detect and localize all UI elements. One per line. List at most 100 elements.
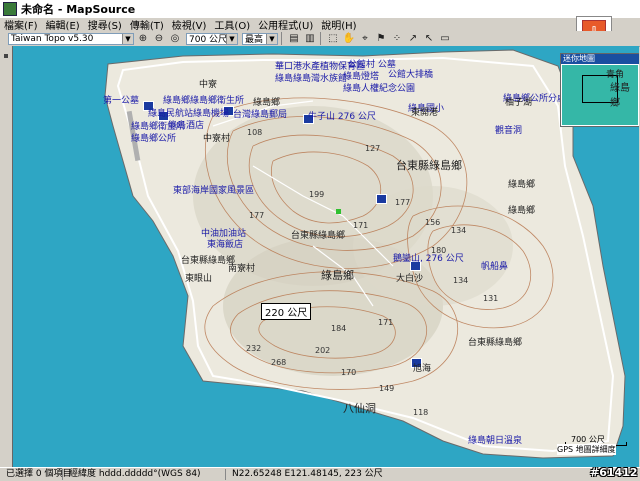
map-product-select[interactable]: Taiwan Topo v5.30 ▼ [8, 32, 134, 45]
map-label[interactable]: 公館村 公墓 [348, 60, 396, 70]
zoom-level-select[interactable]: 700 公尺 ▼ [186, 32, 238, 45]
contour-label: 108 [247, 128, 263, 137]
zoom-in-icon[interactable]: ⊕ [136, 32, 150, 45]
map-label[interactable]: 綠島人權紀念公園 [343, 84, 415, 94]
contour-label: 131 [483, 294, 499, 303]
selection-tool-icon[interactable]: ⬚ [326, 32, 340, 45]
send-to-device-icon[interactable]: ▥ [303, 32, 317, 45]
map-label[interactable]: 綠島鄉綠島鄉衛生所 [163, 96, 244, 106]
overview-map[interactable]: 迷你地圖 青角 綠島鄉 [560, 53, 639, 127]
contour-label: 202 [315, 346, 331, 355]
window-title: 未命名 - MapSource [21, 3, 136, 16]
pointer-tool-icon[interactable]: ↖ [422, 32, 436, 45]
map-label[interactable]: 綠島鄉 [321, 270, 354, 281]
menu-help[interactable]: 說明(H) [317, 17, 360, 32]
map-label[interactable]: 東眼山 [185, 274, 212, 284]
receive-from-device-icon[interactable]: ▤ [287, 32, 301, 45]
contour-label: 171 [378, 318, 394, 327]
chevron-down-icon: ▼ [266, 33, 277, 44]
track-tool-icon[interactable]: ↗ [406, 32, 420, 45]
map-label[interactable]: 牛子山 276 公尺 [308, 112, 376, 122]
contour-label: 156 [425, 218, 441, 227]
map-label[interactable]: 八仙洞 [343, 403, 376, 414]
map-label[interactable]: 台東縣綠島鄉 [181, 256, 235, 266]
contour-label: 118 [413, 408, 429, 417]
map-product-value: Taiwan Topo v5.30 [11, 33, 94, 44]
menu-find[interactable]: 搜尋(S) [84, 17, 126, 32]
app-icon [3, 2, 17, 16]
map-label[interactable]: 台東縣綠島鄉 [468, 338, 522, 348]
map-label[interactable]: 綠島鄉公所 [131, 134, 176, 144]
map-label[interactable]: 東部海岸國家風景區 [173, 186, 254, 196]
poi-icon[interactable] [376, 194, 387, 204]
map-label[interactable]: 中寮 [199, 80, 217, 90]
contour-label: 134 [453, 276, 469, 285]
contour-label: 199 [309, 190, 325, 199]
map-label[interactable]: 綠島酒店 [168, 121, 204, 131]
status-bar: 已選擇 0 個項目 經緯度 hddd.ddddd°(WGS 84) N22.65… [0, 467, 640, 481]
map-label[interactable]: 旭海 [413, 364, 431, 374]
map-label[interactable]: 綠島民航站綠島機場 [148, 109, 229, 119]
overview-body[interactable]: 青角 綠島鄉 [562, 65, 638, 125]
chevron-down-icon: ▼ [226, 33, 237, 44]
elevation-callout: 220 公尺 [261, 303, 312, 320]
menu-edit[interactable]: 編輯(E) [42, 17, 84, 32]
zoom-tool-icon[interactable]: ◎ [168, 32, 182, 45]
map-label[interactable]: 台灣綠島郵局 [233, 110, 287, 120]
contour-label: 232 [246, 344, 262, 353]
map-label[interactable]: 綠島朝日溫泉 [468, 436, 522, 446]
hand-tool-icon[interactable]: ✋ [342, 32, 356, 45]
waypoint-flag-icon[interactable]: ⚑ [374, 32, 388, 45]
map-label[interactable]: 觀音洞 [495, 126, 522, 136]
contour-label: 184 [331, 324, 347, 333]
panel-handle[interactable] [4, 54, 8, 58]
menu-tools[interactable]: 工具(O) [210, 17, 254, 32]
toolbar-separator [320, 32, 321, 45]
menu-bar: 檔案(F) 編輯(E) 搜尋(S) 傳輸(T) 檢視(V) 工具(O) 公用程式… [0, 17, 640, 32]
map-label[interactable]: 綠島鄉 [508, 180, 535, 190]
contour-label: 170 [341, 368, 357, 377]
map-canvas [104, 49, 626, 459]
map-label[interactable]: 綠島鄉 [508, 206, 535, 216]
map-label[interactable]: 綠島燈塔 [343, 72, 379, 82]
menu-view[interactable]: 檢視(V) [168, 17, 211, 32]
zoom-out-icon[interactable]: ⊖ [152, 32, 166, 45]
map-label[interactable]: 台東縣綠島鄉 [396, 160, 462, 171]
menu-transfer[interactable]: 傳輸(T) [126, 17, 168, 32]
contour-label: 149 [379, 384, 395, 393]
watermark: #61412 [590, 466, 638, 479]
map-label[interactable]: 東開港 [411, 108, 438, 118]
map-label[interactable]: 綠島綠島灣水族館 [275, 74, 347, 84]
scale-note: GPS 地圖詳細度 [557, 444, 616, 455]
detail-level-select[interactable]: 最高 ▼ [242, 32, 278, 45]
map-tool-icon[interactable]: ⌖ [358, 32, 372, 45]
detail-level-value: 最高 [245, 35, 264, 45]
contour-label: 171 [353, 221, 369, 230]
scale-bar: 700 公尺 GPS 地圖詳細度 [555, 434, 639, 455]
map-label[interactable]: 柚子湖 [505, 98, 532, 108]
map-view[interactable]: 華口港水產植物保育區 公館村 公墓 綠島綠島灣水族館 綠島燈塔 公館大排橋 綠島… [12, 46, 639, 467]
overview-title: 迷你地圖 [561, 54, 639, 64]
map-label[interactable]: 公館大排橋 [388, 70, 433, 80]
map-label[interactable]: 綠島鄉 [253, 98, 280, 108]
measure-tool-icon[interactable]: ▭ [438, 32, 452, 45]
menu-file[interactable]: 檔案(F) [0, 17, 42, 32]
contour-label: 268 [271, 358, 287, 367]
contour-label: 180 [431, 246, 447, 255]
map-label[interactable]: 中寮村 [203, 134, 230, 144]
contour-label: 177 [249, 211, 265, 220]
contour-label: 134 [451, 226, 467, 235]
map-label[interactable]: 東海飯店 [207, 240, 243, 250]
toolbar: Taiwan Topo v5.30 ▼ ⊕ ⊖ ◎ 700 公尺 ▼ 最高 ▼ … [0, 31, 640, 47]
map-label[interactable]: 台東縣綠島鄉 [291, 231, 345, 241]
map-label[interactable]: 鵝鑾山, 276 公尺 [393, 254, 464, 264]
menu-utilities[interactable]: 公用程式(U) [254, 17, 317, 32]
map-label[interactable]: 帆船鼻 [481, 262, 508, 272]
map-label[interactable]: 大白沙 [396, 274, 423, 284]
route-tool-icon[interactable]: ⁘ [390, 32, 404, 45]
toolbar-separator [281, 32, 282, 45]
status-selection: 已選擇 0 個項目 [0, 469, 71, 480]
map-label[interactable]: 第一公墓 [103, 96, 139, 106]
status-coord-format: 經緯度 hddd.ddddd°(WGS 84) [63, 469, 226, 480]
map-label[interactable]: 中油加油站 [201, 229, 246, 239]
